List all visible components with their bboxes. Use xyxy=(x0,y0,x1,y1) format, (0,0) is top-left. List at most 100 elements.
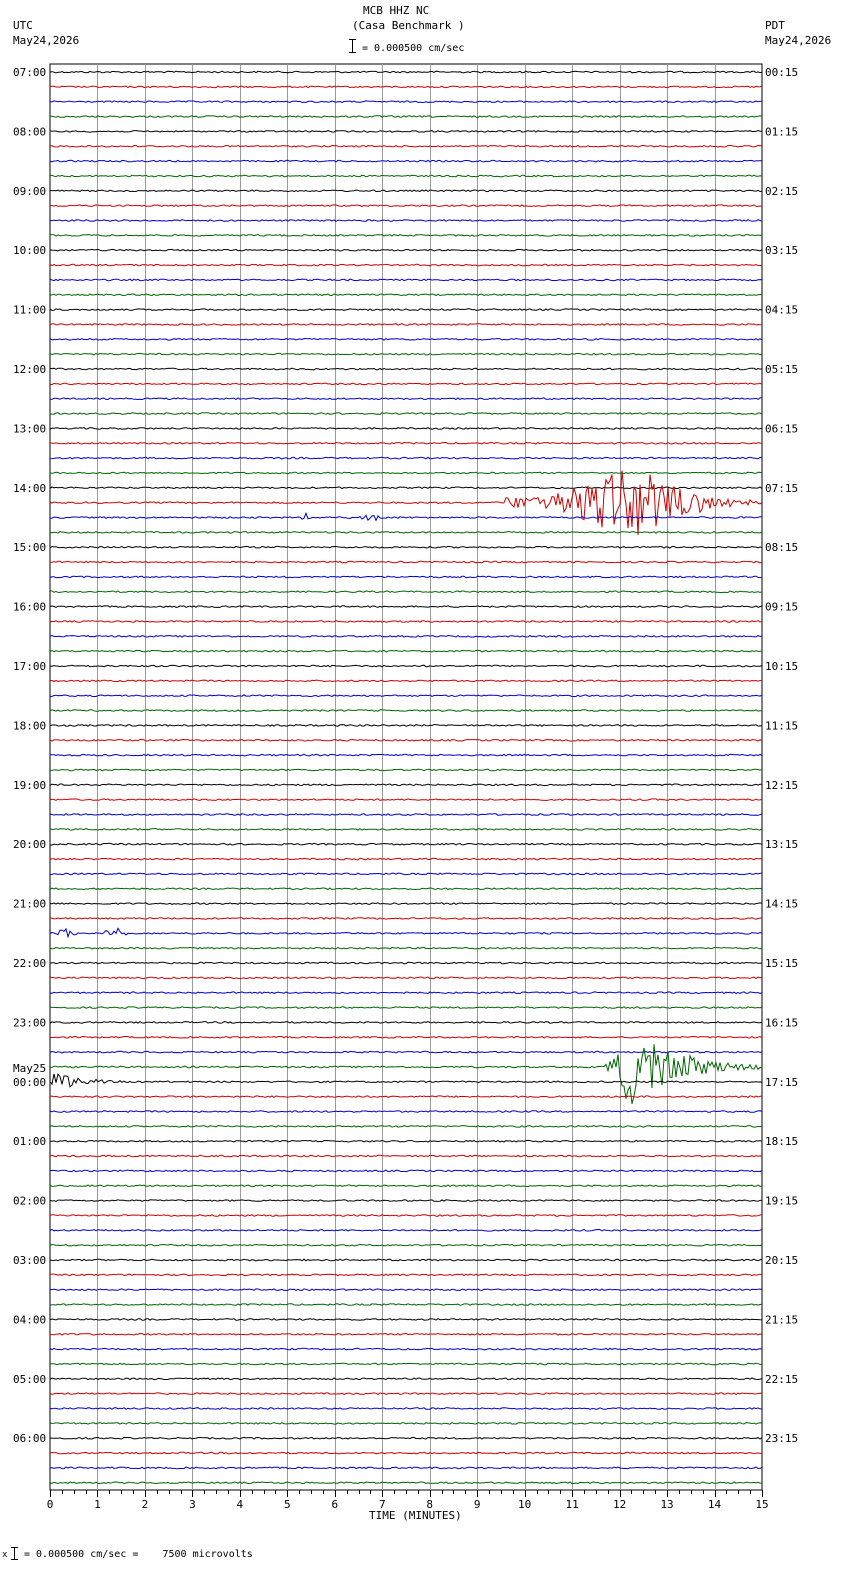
trace-48 xyxy=(49,783,763,787)
x-tick-label: 14 xyxy=(708,1498,722,1511)
trace-12 xyxy=(49,248,763,252)
left-hour-label: 01:00 xyxy=(13,1135,46,1148)
trace-59 xyxy=(49,946,763,950)
trace-44 xyxy=(49,724,763,727)
trace-49 xyxy=(49,798,763,801)
trace-68 xyxy=(49,1072,763,1088)
right-hour-label: 14:15 xyxy=(765,898,798,911)
x-tick-label: 8 xyxy=(426,1498,433,1511)
trace-20 xyxy=(49,367,763,371)
right-hour-label: 00:15 xyxy=(765,66,798,79)
trace-84 xyxy=(49,1317,763,1321)
right-hour-label: 10:15 xyxy=(765,660,798,673)
trace-73 xyxy=(49,1154,763,1158)
left-hour-label: 00:00 xyxy=(13,1076,46,1089)
trace-54 xyxy=(49,872,763,876)
trace-35 xyxy=(50,590,763,594)
trace-82 xyxy=(49,1288,763,1292)
trace-10 xyxy=(49,219,763,222)
trace-87 xyxy=(50,1362,763,1366)
trace-55 xyxy=(49,887,763,891)
x-tick-label: 7 xyxy=(379,1498,386,1511)
left-hour-label: 13:00 xyxy=(13,422,46,435)
trace-11 xyxy=(50,233,763,237)
trace-47 xyxy=(49,768,763,772)
trace-4 xyxy=(49,129,763,133)
trace-76 xyxy=(49,1199,763,1203)
right-hour-label: 09:15 xyxy=(765,601,798,614)
trace-1 xyxy=(49,85,763,89)
right-hour-label: 01:15 xyxy=(765,125,798,138)
trace-94 xyxy=(49,1466,763,1470)
trace-83 xyxy=(49,1303,763,1306)
x-tick-label: 6 xyxy=(331,1498,338,1511)
trace-45 xyxy=(49,738,763,742)
x-tick-label: 9 xyxy=(474,1498,481,1511)
x-tick-label: 15 xyxy=(755,1498,768,1511)
trace-81 xyxy=(49,1273,763,1277)
trace-40 xyxy=(49,664,763,668)
trace-31 xyxy=(49,530,763,534)
trace-93 xyxy=(49,1451,762,1455)
left-hour-label: 03:00 xyxy=(13,1254,46,1267)
trace-91 xyxy=(49,1421,763,1425)
seismogram-plot: 07:00 08:00 09:00 10:00 11:00 12:00 13:00 14:00… xyxy=(11,39,798,1560)
trace-95 xyxy=(49,1481,763,1485)
plot-frame xyxy=(49,63,763,1491)
left-hour-label: 07:00 xyxy=(13,66,46,79)
trace-41 xyxy=(49,679,763,683)
trace-3 xyxy=(49,115,763,118)
trace-42 xyxy=(49,694,763,698)
right-hour-label: 03:15 xyxy=(765,244,798,257)
left-hour-label: 14:00 xyxy=(13,482,46,495)
trace-78 xyxy=(49,1228,763,1232)
trace-23 xyxy=(49,412,763,415)
trace-26 xyxy=(49,456,763,460)
trace-50 xyxy=(49,813,763,816)
left-hour-label: 10:00 xyxy=(13,244,46,257)
trace-39 xyxy=(49,649,763,653)
right-hour-label: 21:15 xyxy=(765,1313,798,1326)
trace-17 xyxy=(49,323,763,326)
trace-34 xyxy=(49,575,763,579)
trace-85 xyxy=(50,1332,763,1336)
right-hour-label: 15:15 xyxy=(765,957,798,970)
right-hour-label: 18:15 xyxy=(765,1135,798,1148)
right-hour-label: 02:15 xyxy=(765,185,798,198)
x-tick-label: 12 xyxy=(613,1498,626,1511)
x-tick-label: 5 xyxy=(284,1498,291,1511)
trace-75 xyxy=(49,1184,763,1188)
trace-92 xyxy=(49,1436,763,1440)
trace-2 xyxy=(49,100,762,104)
trace-6 xyxy=(49,159,763,163)
trace-18 xyxy=(49,337,763,341)
trace-88 xyxy=(49,1377,763,1381)
trace-77 xyxy=(49,1214,763,1217)
left-hour-label: 11:00 xyxy=(13,304,46,317)
trace-53 xyxy=(49,857,763,861)
trace-21 xyxy=(49,382,763,386)
left-hour-label: 15:00 xyxy=(13,541,46,554)
left-hour-label: 18:00 xyxy=(13,719,46,732)
right-hour-label: 07:15 xyxy=(765,482,798,495)
trace-79 xyxy=(49,1243,763,1247)
x-tick-label: 10 xyxy=(518,1498,531,1511)
trace-27 xyxy=(49,471,763,475)
x-tick-label: 3 xyxy=(189,1498,196,1511)
left-hour-label: 22:00 xyxy=(13,957,46,970)
right-hour-label: 13:15 xyxy=(765,838,798,851)
trace-13 xyxy=(49,263,763,267)
trace-46 xyxy=(49,753,763,757)
trace-71 xyxy=(49,1125,763,1128)
trace-5 xyxy=(50,144,763,148)
left-hour-label: 16:00 xyxy=(13,601,46,614)
trace-63 xyxy=(49,1006,763,1009)
trace-69 xyxy=(49,1095,763,1099)
trace-74 xyxy=(49,1169,763,1173)
trace-56 xyxy=(49,902,763,906)
left-hour-label: 12:00 xyxy=(13,363,46,376)
trace-57 xyxy=(49,917,763,920)
trace-61 xyxy=(49,976,763,980)
trace-58 xyxy=(49,927,763,939)
trace-38 xyxy=(49,634,763,638)
